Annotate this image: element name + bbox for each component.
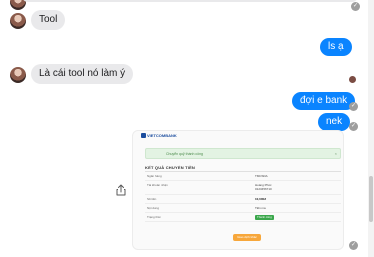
share-icon[interactable]: [116, 184, 126, 196]
message-bubble-incoming[interactable]: Tool: [31, 10, 66, 30]
sent-check-icon: ✓: [351, 2, 360, 11]
receipt-row: Ngân hàng TMCSDA: [145, 173, 341, 181]
receipt-row-value: 10,000đ: [255, 197, 267, 201]
message-bubble-partial[interactable]: [22, 0, 358, 2]
receipt-row-label: Tài khoản nhận: [147, 183, 168, 187]
receipt-row: Trạng thái Thành công: [145, 214, 341, 222]
receipt-row-value: TMCSDA: [255, 174, 268, 178]
sent-check-icon: ✓: [349, 102, 358, 111]
bank-logo-icon: [141, 133, 146, 138]
success-alert: Chuyển quỹ thành công ×: [145, 148, 341, 159]
bank-transfer-screenshot[interactable]: VIETCOMBANK Chuyển quỹ thành công × KẾT …: [132, 130, 344, 250]
new-transaction-button[interactable]: Giao dịch khác: [233, 234, 261, 241]
bank-logo-text: VIETCOMBANK: [147, 133, 177, 138]
scrollbar[interactable]: [368, 0, 374, 257]
receipt-row-label: Số tiền: [147, 197, 157, 201]
receipt-row-label: Nội dung: [147, 206, 160, 210]
receipt-row-value: Hoàng Phúc 0123456710: [255, 183, 272, 191]
sent-check-icon: ✓: [349, 241, 358, 250]
scrollbar-thumb[interactable]: [369, 176, 373, 222]
receipt-heading: KẾT QUẢ CHUYỂN TIỀN: [145, 165, 196, 170]
close-icon: ×: [334, 151, 337, 156]
receipt-row-label: Ngân hàng: [147, 174, 162, 178]
message-bubble-incoming[interactable]: Là cái tool nó làm ý: [31, 64, 134, 84]
message-bubble-outgoing[interactable]: ls ạ: [320, 38, 352, 56]
seen-avatar: [349, 76, 356, 83]
sender-avatar[interactable]: [10, 67, 26, 83]
receipt-row: Nội dung Tiền ma: [145, 205, 341, 213]
receipt-row-label: Trạng thái: [147, 215, 161, 219]
status-badge: Thành công: [255, 215, 274, 220]
receipt-row-value: Tiền ma: [255, 206, 266, 210]
message-bubble-outgoing[interactable]: đợi e bank: [292, 92, 356, 110]
sender-avatar[interactable]: [10, 0, 26, 10]
sent-check-icon: ✓: [349, 122, 358, 131]
message-bubble-outgoing[interactable]: nek: [318, 113, 351, 131]
receipt-row: Số tiền 10,000đ: [145, 196, 341, 204]
divider: [145, 171, 341, 172]
success-alert-text: Chuyển quỹ thành công: [166, 152, 203, 156]
sender-avatar[interactable]: [10, 13, 26, 29]
receipt-row: Tài khoản nhận Hoàng Phúc 0123456710: [145, 182, 341, 195]
